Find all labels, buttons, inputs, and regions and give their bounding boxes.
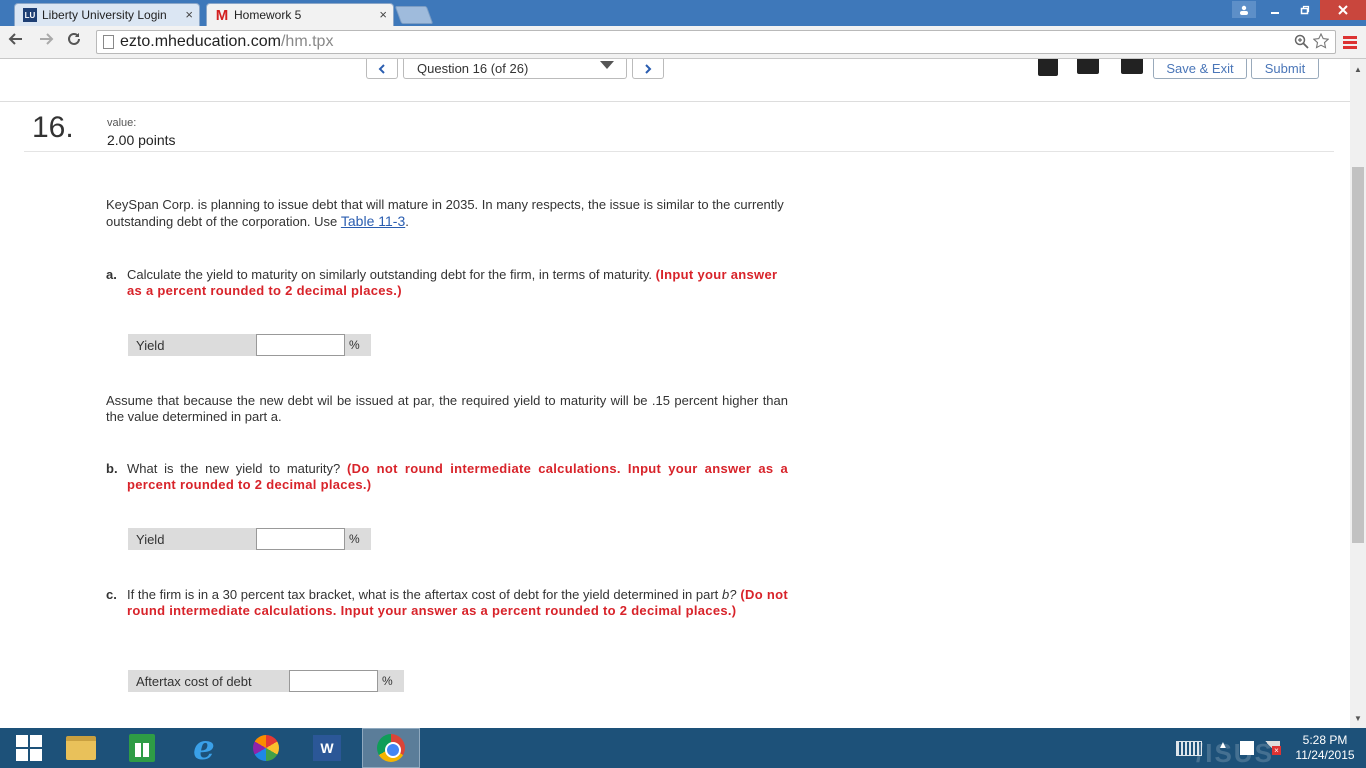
scroll-down-icon[interactable]: ▼ bbox=[1354, 714, 1362, 723]
yield-input-b[interactable] bbox=[256, 528, 345, 550]
new-tab-button[interactable] bbox=[394, 6, 434, 24]
yield-input-a[interactable] bbox=[256, 334, 345, 356]
folder-icon bbox=[66, 736, 96, 760]
user-profile-icon[interactable] bbox=[1232, 1, 1256, 18]
answer-label: Yield bbox=[128, 334, 256, 356]
question-select[interactable]: Question 16 (of 26) bbox=[403, 59, 627, 79]
save-exit-button[interactable]: Save & Exit bbox=[1153, 59, 1247, 79]
internet-explorer-icon: e bbox=[193, 728, 215, 768]
part-letter: a. bbox=[106, 267, 117, 282]
store-button[interactable] bbox=[113, 728, 171, 768]
clock-date: 11/24/2015 bbox=[1295, 748, 1355, 762]
windows-start-icon bbox=[16, 735, 42, 761]
percent-unit: % bbox=[345, 334, 371, 356]
file-explorer-button[interactable] bbox=[52, 728, 110, 768]
assumption-text: Assume that because the new debt wil be … bbox=[106, 393, 788, 424]
word-icon: W bbox=[313, 735, 341, 761]
zoom-icon[interactable] bbox=[1294, 34, 1313, 53]
answer-row-a: Yield % bbox=[128, 334, 371, 356]
bookmark-star-icon[interactable] bbox=[1312, 32, 1330, 53]
question-intro: KeySpan Corp. is planning to issue debt … bbox=[106, 197, 784, 229]
minimize-icon[interactable] bbox=[1260, 0, 1290, 20]
part-a: a. Calculate the yield to maturity on si… bbox=[106, 267, 778, 298]
chevron-down-icon bbox=[600, 61, 614, 69]
answer-label: Aftertax cost of debt bbox=[128, 670, 289, 692]
question-points: 2.00 points bbox=[107, 132, 176, 148]
question-number: 16. bbox=[32, 111, 74, 144]
tab-title: Homework 5 bbox=[234, 8, 302, 22]
scroll-thumb[interactable] bbox=[1352, 167, 1364, 543]
page-icon bbox=[103, 35, 114, 49]
answer-row-b: Yield % bbox=[128, 528, 371, 550]
part-letter: c. bbox=[106, 587, 117, 602]
part-b: b. What is the new yield to maturity? (D… bbox=[106, 461, 788, 492]
ebook-icon[interactable] bbox=[1038, 59, 1058, 76]
start-button[interactable] bbox=[0, 728, 58, 768]
mcgraw-hill-favicon-icon: M bbox=[215, 6, 229, 24]
address-bar[interactable]: ezto.mheducation.com/hm.tpx bbox=[96, 30, 1336, 54]
windows-taskbar: e W /ISUS ▲ × 5:28 PM 11/24/2015 bbox=[0, 728, 1366, 768]
browser-toolbar: ezto.mheducation.com/hm.tpx bbox=[0, 26, 1366, 59]
part-c: c. If the firm is in a 30 percent tax br… bbox=[106, 587, 788, 618]
table-link[interactable]: Table 11-3 bbox=[341, 213, 405, 229]
aftertax-cost-input[interactable] bbox=[289, 670, 378, 692]
chrome-button[interactable] bbox=[362, 728, 420, 768]
next-question-button[interactable] bbox=[632, 59, 664, 79]
store-bag-icon bbox=[129, 734, 155, 762]
tab-homework[interactable]: M Homework 5 × bbox=[206, 3, 394, 26]
print-icon[interactable] bbox=[1077, 59, 1099, 74]
action-center-flag-icon[interactable] bbox=[1240, 741, 1254, 755]
word-button[interactable]: W bbox=[298, 728, 356, 768]
network-disconnected-icon: × bbox=[1272, 746, 1281, 755]
chrome-menu-icon[interactable] bbox=[1343, 36, 1357, 50]
picasa-icon bbox=[253, 735, 279, 761]
chrome-icon bbox=[377, 734, 405, 762]
reload-icon[interactable] bbox=[66, 31, 82, 52]
back-arrow-icon[interactable] bbox=[8, 31, 24, 52]
internet-explorer-button[interactable]: e bbox=[175, 728, 233, 768]
page-scrollbar[interactable]: ▲ ▼ bbox=[1350, 59, 1366, 728]
touch-keyboard-icon[interactable] bbox=[1176, 741, 1202, 756]
restore-icon[interactable] bbox=[1290, 0, 1320, 20]
scroll-up-icon[interactable]: ▲ bbox=[1354, 65, 1362, 74]
url-domain: ezto.mheducation.com bbox=[120, 33, 281, 50]
submit-button[interactable]: Submit bbox=[1251, 59, 1319, 79]
clock-time: 5:28 PM bbox=[1302, 733, 1348, 747]
liberty-favicon-icon: LU bbox=[23, 8, 37, 22]
references-icon[interactable] bbox=[1121, 59, 1143, 74]
tray-expand-icon[interactable]: ▲ bbox=[1218, 740, 1228, 751]
answer-label: Yield bbox=[128, 528, 256, 550]
divider bbox=[24, 151, 1334, 152]
answer-row-c: Aftertax cost of debt % bbox=[128, 670, 404, 692]
window-close-icon[interactable] bbox=[1320, 0, 1366, 20]
picasa-button[interactable] bbox=[237, 728, 295, 768]
asus-watermark-icon: /ISUS bbox=[1196, 738, 1274, 768]
tab-close-icon[interactable]: × bbox=[185, 7, 193, 22]
forward-arrow-icon[interactable] bbox=[38, 31, 54, 52]
tab-liberty-login[interactable]: LU Liberty University Login × bbox=[14, 3, 200, 26]
tab-close-icon[interactable]: × bbox=[379, 7, 387, 22]
percent-unit: % bbox=[378, 670, 404, 692]
prev-question-button[interactable] bbox=[366, 59, 398, 79]
browser-tab-strip: LU Liberty University Login × M Homework… bbox=[0, 0, 1366, 26]
homework-header: Question 16 (of 26) Save & Exit Submit bbox=[0, 59, 1350, 102]
percent-unit: % bbox=[345, 528, 371, 550]
value-label: value: bbox=[107, 117, 137, 129]
tab-title: Liberty University Login bbox=[42, 8, 167, 22]
question-select-value: Question 16 (of 26) bbox=[417, 61, 529, 76]
url-path: /hm.tpx bbox=[280, 33, 334, 50]
part-letter: b. bbox=[106, 461, 118, 476]
system-clock[interactable]: 5:28 PM 11/24/2015 bbox=[1294, 733, 1356, 763]
